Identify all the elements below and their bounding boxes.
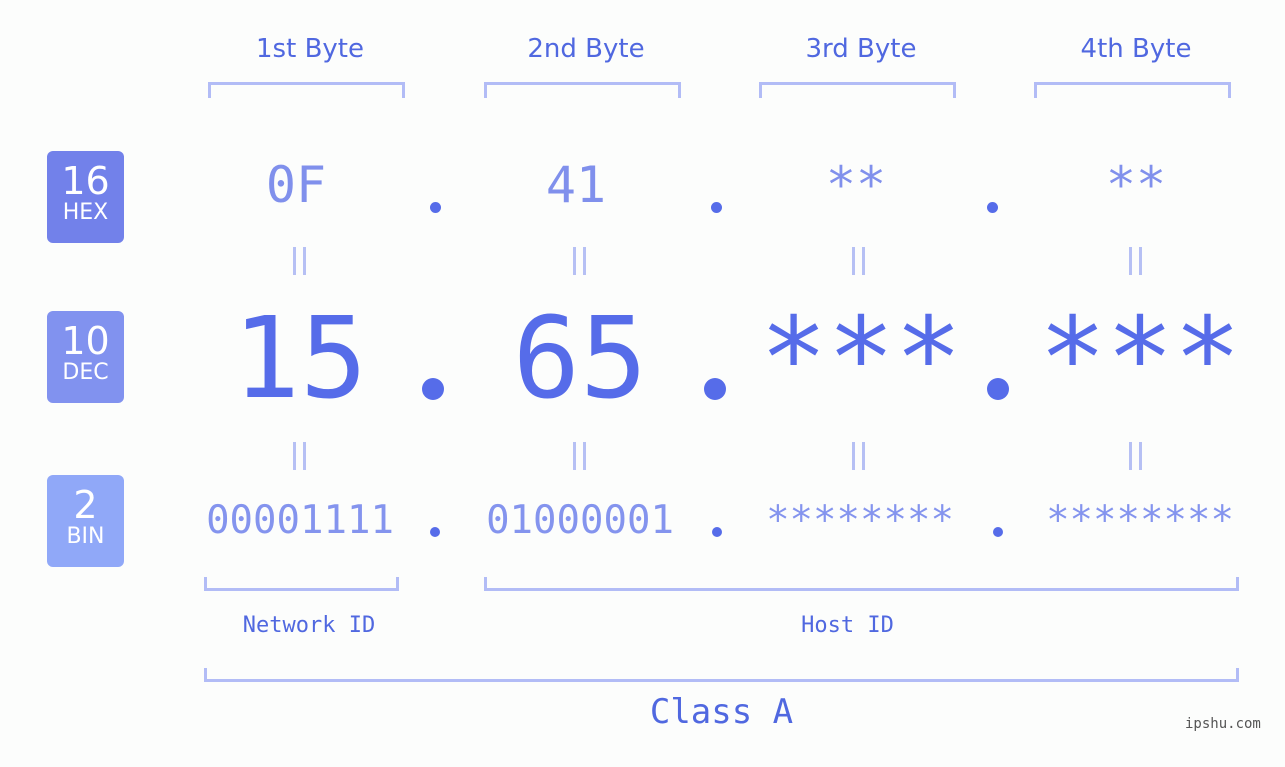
equals-icon	[1129, 247, 1143, 275]
class-label: Class A	[649, 692, 794, 732]
watermark: ipshu.com	[1185, 716, 1261, 732]
hex-byte-4: **	[1105, 156, 1167, 214]
hex-dot-2	[711, 202, 722, 213]
equals-icon	[852, 247, 866, 275]
equals-icon	[293, 442, 307, 470]
byte-bracket-4	[1034, 82, 1231, 98]
byte-bracket-3	[759, 82, 956, 98]
bin-base-label: BIN	[66, 524, 105, 549]
dec-dot-3	[987, 378, 1009, 400]
byte-header-3: 3rd Byte	[805, 34, 917, 64]
bin-dot-3	[993, 527, 1003, 537]
dec-byte-3: ***	[759, 294, 963, 424]
bin-base-number: 2	[73, 483, 98, 527]
hex-base-number: 16	[61, 159, 110, 203]
hex-badge: 16 HEX	[47, 151, 124, 243]
bin-byte-3: ********	[766, 498, 954, 543]
bin-byte-4: ********	[1046, 498, 1234, 543]
dec-byte-2: 65	[512, 294, 648, 424]
dec-base-number: 10	[61, 319, 110, 363]
equals-icon	[573, 442, 587, 470]
bin-dot-1	[430, 527, 440, 537]
byte-header-4: 4th Byte	[1080, 34, 1192, 64]
byte-header-2: 2nd Byte	[527, 34, 645, 64]
equals-icon	[852, 442, 866, 470]
class-bracket	[204, 668, 1239, 682]
network-id-label: Network ID	[242, 613, 376, 638]
network-id-bracket	[204, 577, 399, 591]
equals-icon	[293, 247, 307, 275]
bin-byte-2: 01000001	[486, 498, 674, 543]
equals-icon	[1129, 442, 1143, 470]
bin-byte-1: 00001111	[206, 498, 394, 543]
host-id-bracket	[484, 577, 1239, 591]
hex-byte-3: **	[825, 156, 887, 214]
byte-bracket-2	[484, 82, 681, 98]
hex-dot-1	[430, 202, 441, 213]
hex-base-label: HEX	[62, 200, 109, 225]
dec-dot-1	[422, 378, 444, 400]
dec-dot-2	[704, 378, 726, 400]
hex-byte-1: 0F	[265, 156, 327, 214]
hex-dot-3	[987, 202, 998, 213]
byte-bracket-1	[208, 82, 405, 98]
bin-badge: 2 BIN	[47, 475, 124, 567]
dec-badge: 10 DEC	[47, 311, 124, 403]
host-id-label: Host ID	[801, 613, 894, 638]
byte-header-1: 1st Byte	[256, 34, 364, 64]
bin-dot-2	[712, 527, 722, 537]
equals-icon	[573, 247, 587, 275]
dec-base-label: DEC	[62, 360, 109, 385]
dec-byte-1: 15	[232, 294, 368, 424]
dec-byte-4: ***	[1038, 294, 1242, 424]
hex-byte-2: 41	[545, 156, 607, 214]
